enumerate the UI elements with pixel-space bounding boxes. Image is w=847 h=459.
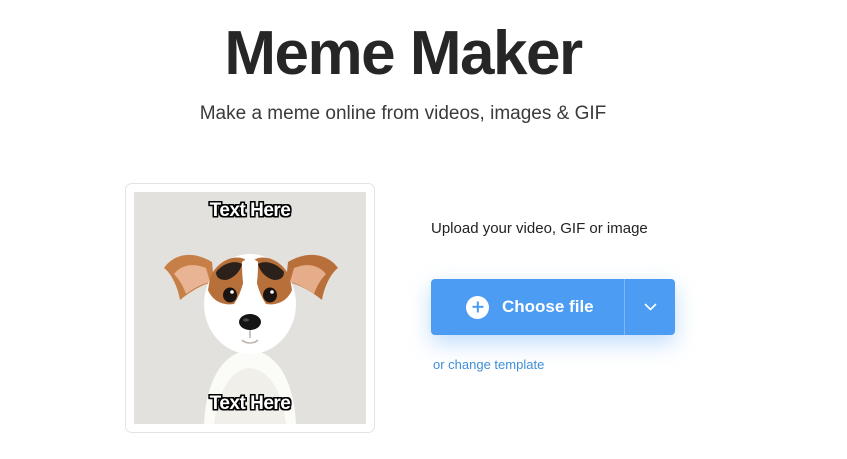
choose-file-label: Choose file (502, 297, 594, 316)
choose-file-button[interactable]: Choose file (431, 279, 675, 335)
page-subtitle: Make a meme online from videos, images &… (199, 103, 607, 124)
meme-top-text: Text Here (209, 200, 291, 221)
template-preview-card[interactable]: Text Here Text Here (125, 183, 375, 433)
change-template-link[interactable]: or change template (433, 357, 544, 372)
meme-bottom-text: Text Here (209, 393, 291, 414)
page-title: Meme Maker (224, 19, 583, 88)
dog-image (164, 254, 338, 424)
chevron-down-icon (644, 303, 656, 311)
upload-instruction: Upload your video, GIF or image (431, 220, 648, 237)
plus-circle-icon (466, 295, 489, 319)
meme-maker-page: Meme Maker Make a meme online from video… (0, 0, 847, 459)
choose-file-main[interactable]: Choose file (431, 279, 624, 335)
upload-options-dropdown[interactable] (625, 279, 675, 335)
template-image: Text Here Text Here (134, 192, 366, 424)
